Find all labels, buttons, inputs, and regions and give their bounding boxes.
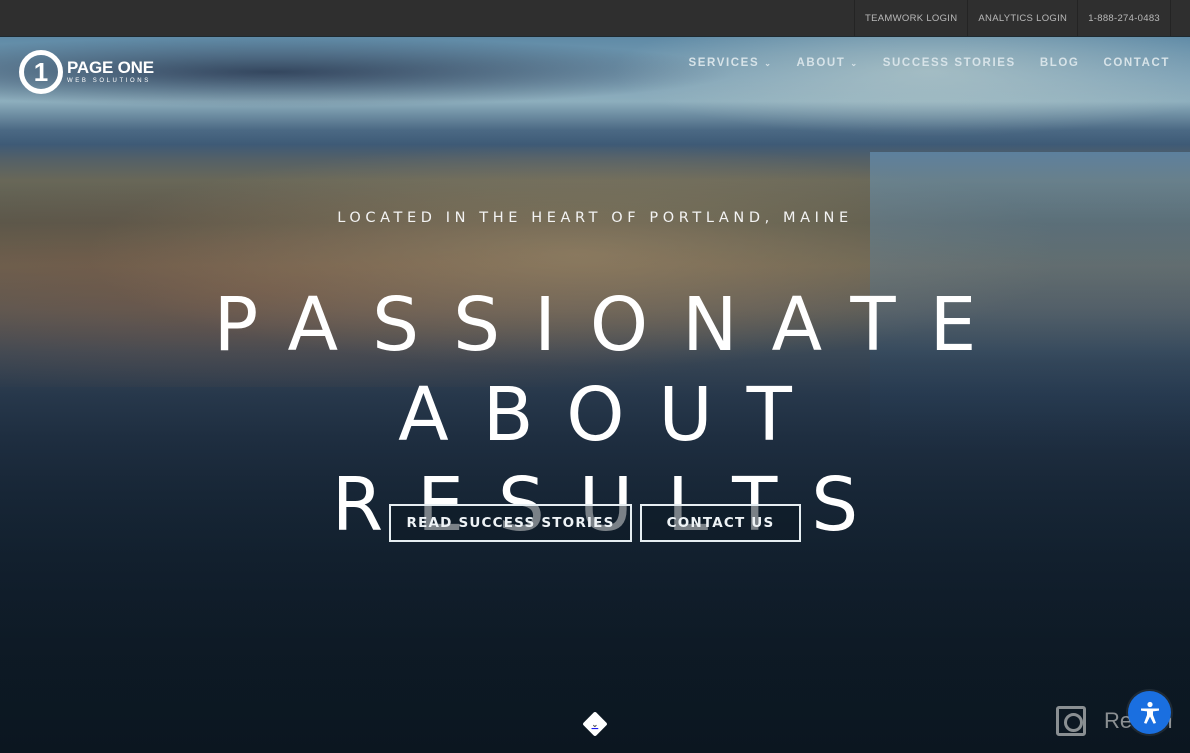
logo-text: PAGE ONE WEB SOLUTIONS — [67, 59, 154, 85]
headline-line-1: PASSIONATE ABOUT — [213, 282, 1011, 458]
hero-cta-group: READ SUCCESS STORIES CONTACT US — [389, 504, 801, 542]
phone-number-link[interactable]: 1-888-274-0483 — [1077, 0, 1171, 36]
read-success-stories-button[interactable]: READ SUCCESS STORIES — [389, 504, 632, 542]
accessibility-button[interactable] — [1128, 691, 1171, 734]
revain-logo-icon — [1056, 706, 1086, 736]
nav-item-services[interactable]: SERVICES ⌄ — [688, 57, 772, 69]
nav-item-about[interactable]: ABOUT ⌄ — [797, 57, 859, 69]
logo-mark-icon: 1 — [19, 50, 63, 94]
nav-item-contact[interactable]: CONTACT — [1103, 57, 1170, 69]
teamwork-login-link[interactable]: TEAMWORK LOGIN — [854, 0, 967, 36]
chevron-down-icon: ⌄ — [591, 719, 599, 729]
site-logo[interactable]: 1 PAGE ONE WEB SOLUTIONS — [19, 50, 154, 94]
contact-us-button[interactable]: CONTACT US — [640, 504, 801, 542]
nav-item-success-stories[interactable]: SUCCESS STORIES — [883, 57, 1016, 69]
logo-name: PAGE ONE — [67, 58, 154, 77]
logo-tagline: WEB SOLUTIONS — [67, 78, 151, 84]
hero-kicker: LOCATED IN THE HEART OF PORTLAND, MAINE — [337, 210, 853, 226]
nav-item-label: SERVICES — [688, 57, 760, 69]
nav-item-blog[interactable]: BLOG — [1040, 57, 1080, 69]
analytics-login-link[interactable]: ANALYTICS LOGIN — [967, 0, 1077, 36]
accessibility-person-icon — [1140, 701, 1159, 724]
utility-bar: TEAMWORK LOGIN ANALYTICS LOGIN 1-888-274… — [0, 0, 1190, 37]
chevron-down-icon: ⌄ — [850, 58, 859, 68]
chevron-down-icon: ⌄ — [764, 58, 773, 68]
main-nav: SERVICES ⌄ ABOUT ⌄ SUCCESS STORIES BLOG … — [664, 57, 1170, 69]
nav-item-label: ABOUT — [796, 57, 846, 69]
